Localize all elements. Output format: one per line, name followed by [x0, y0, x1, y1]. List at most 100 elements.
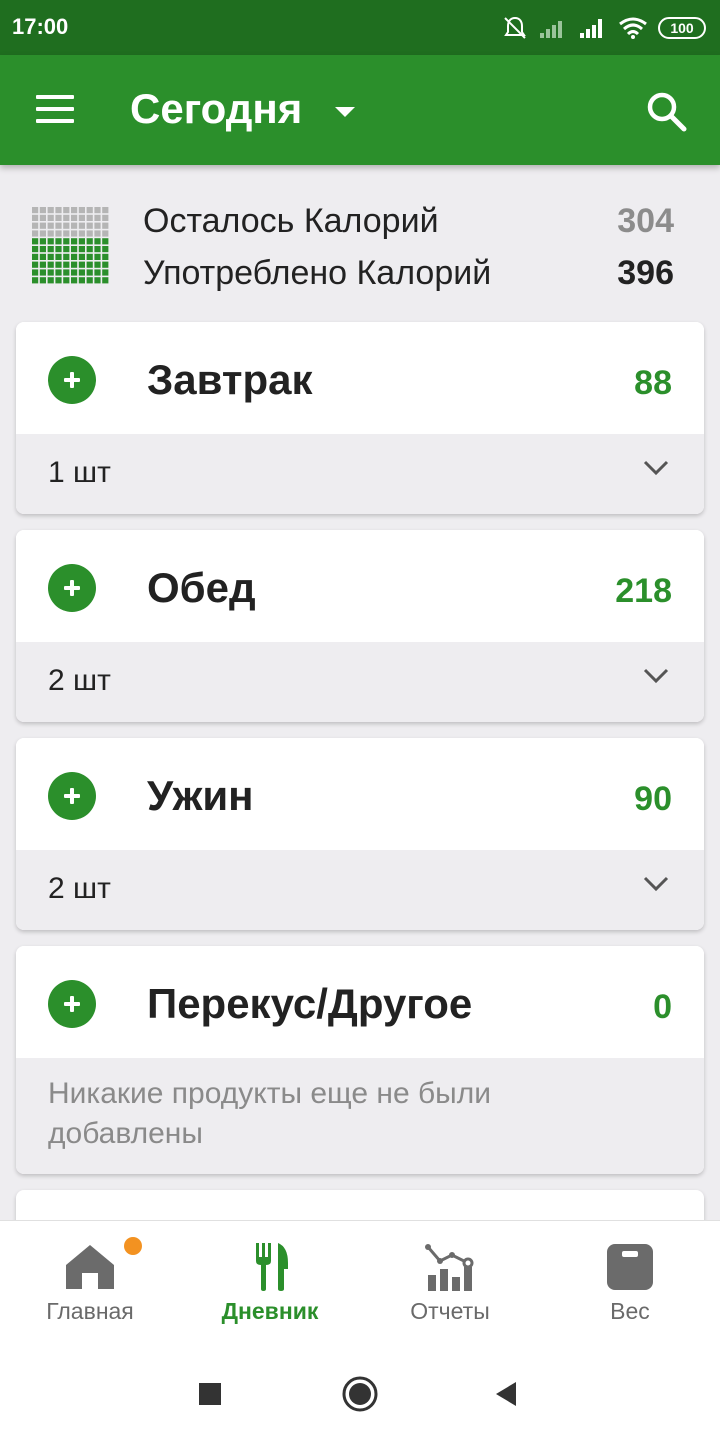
- calorie-grid-cell: [86, 261, 93, 268]
- weight-scale-icon: [607, 1244, 653, 1290]
- calorie-grid-cell: [86, 230, 93, 237]
- dropdown-caret-icon[interactable]: [335, 107, 355, 117]
- nav-home[interactable]: Главная: [0, 1221, 180, 1345]
- add-food-icon[interactable]: [48, 564, 96, 612]
- calorie-grid-cell: [71, 238, 78, 245]
- calorie-grid-cell: [39, 277, 46, 284]
- meal-header[interactable]: Перекус/Другое 0: [16, 946, 704, 1058]
- meal-items-toggle[interactable]: 2 шт: [16, 642, 704, 722]
- calorie-grid-cell: [55, 207, 62, 214]
- menu-icon[interactable]: [36, 95, 74, 125]
- nav-diary[interactable]: Дневник: [180, 1221, 360, 1345]
- nav-weight[interactable]: Вес: [540, 1221, 720, 1345]
- calorie-grid-cell: [78, 277, 85, 284]
- wifi-icon: [619, 17, 647, 39]
- calorie-grid-cell: [47, 230, 54, 237]
- add-food-icon[interactable]: [48, 356, 96, 404]
- calorie-grid-cell: [86, 238, 93, 245]
- calorie-summary[interactable]: Осталось Калорий 304 Употреблено Калорий…: [0, 180, 720, 310]
- nav-label: Дневник: [221, 1298, 319, 1324]
- recent-apps-icon[interactable]: [190, 1374, 230, 1414]
- calorie-grid-cell: [102, 214, 109, 221]
- calorie-grid-cell: [94, 261, 101, 268]
- calorie-grid-cell: [94, 207, 101, 214]
- meal-name: Обед: [147, 564, 256, 611]
- calorie-grid-cell: [102, 253, 109, 260]
- meal-header[interactable]: Ужин 90: [16, 738, 704, 850]
- add-food-icon[interactable]: [48, 772, 96, 820]
- calorie-grid-cell: [55, 269, 62, 276]
- calorie-grid-cell: [47, 207, 54, 214]
- calorie-grid-cell: [39, 222, 46, 229]
- calorie-grid-cell: [78, 230, 85, 237]
- calorie-grid-cell: [71, 277, 78, 284]
- remaining-calories-label: Осталось Калорий: [143, 202, 439, 240]
- calorie-grid-cell: [32, 261, 39, 268]
- home-button-icon[interactable]: [340, 1374, 380, 1414]
- calorie-grid-cell: [71, 246, 78, 253]
- item-count: 1 шт: [48, 456, 111, 489]
- date-selector-title[interactable]: Сегодня: [130, 85, 302, 133]
- chevron-down-icon[interactable]: [642, 458, 670, 478]
- calorie-grid-cell: [63, 277, 70, 284]
- app-bar: Сегодня: [0, 55, 720, 165]
- calorie-grid-cell: [63, 222, 70, 229]
- chevron-down-icon[interactable]: [642, 874, 670, 894]
- nav-label: Вес: [610, 1298, 650, 1324]
- nav-reports[interactable]: Отчеты: [360, 1221, 540, 1345]
- calorie-grid-cell: [63, 269, 70, 276]
- search-icon[interactable]: [644, 89, 690, 135]
- calorie-grid-cell: [86, 222, 93, 229]
- calorie-grid-cell: [47, 214, 54, 221]
- calorie-grid-cell: [102, 269, 109, 276]
- notification-badge: [124, 1237, 142, 1255]
- meal-header[interactable]: Обед 218: [16, 530, 704, 642]
- consumed-calories-label: Употреблено Калорий: [143, 254, 492, 292]
- status-time: 17:00: [12, 14, 69, 39]
- calorie-grid-cell: [32, 269, 39, 276]
- home-icon: [66, 1245, 114, 1289]
- calorie-grid-cell: [102, 222, 109, 229]
- calorie-grid-cell: [32, 230, 39, 237]
- calorie-grid-cell: [71, 261, 78, 268]
- meal-items-toggle[interactable]: 1 шт: [16, 434, 704, 514]
- calorie-grid-icon: [32, 207, 109, 284]
- meal-items-toggle[interactable]: 2 шт: [16, 850, 704, 930]
- consumed-calories-value: 396: [617, 254, 674, 292]
- calorie-grid-cell: [32, 277, 39, 284]
- calorie-grid-cell: [32, 214, 39, 221]
- calorie-grid-cell: [94, 214, 101, 221]
- nav-label: Отчеты: [410, 1298, 490, 1324]
- calorie-grid-cell: [55, 261, 62, 268]
- status-bar: 17:00 100: [0, 0, 720, 55]
- add-food-icon[interactable]: [48, 980, 96, 1028]
- calorie-grid-cell: [94, 230, 101, 237]
- meal-name: Ужин: [147, 772, 254, 819]
- calorie-grid-cell: [102, 261, 109, 268]
- nav-label: Главная: [46, 1298, 134, 1324]
- calorie-grid-cell: [94, 277, 101, 284]
- item-count: 2 шт: [48, 872, 111, 905]
- calorie-grid-cell: [78, 269, 85, 276]
- back-icon[interactable]: [488, 1374, 528, 1414]
- meal-card-breakfast: Завтрак 88 1 шт: [16, 322, 704, 514]
- meal-name: Перекус/Другое: [147, 980, 473, 1027]
- calorie-grid-cell: [102, 207, 109, 214]
- meal-calories: 0: [653, 988, 672, 1026]
- calorie-grid-cell: [86, 253, 93, 260]
- calorie-grid-cell: [71, 222, 78, 229]
- calorie-grid-cell: [94, 253, 101, 260]
- calorie-grid-cell: [39, 253, 46, 260]
- calorie-grid-cell: [94, 238, 101, 245]
- calorie-grid-cell: [55, 277, 62, 284]
- calorie-grid-cell: [55, 222, 62, 229]
- calorie-grid-cell: [78, 214, 85, 221]
- signal-icon: [580, 19, 602, 38]
- diary-icon: [256, 1243, 288, 1291]
- calorie-grid-cell: [47, 246, 54, 253]
- bottom-navigation: Главная Дневник Отчеты Вес: [0, 1220, 720, 1344]
- calorie-grid-cell: [32, 253, 39, 260]
- chevron-down-icon[interactable]: [642, 666, 670, 686]
- meal-header[interactable]: Завтрак 88: [16, 322, 704, 434]
- calorie-grid-cell: [32, 246, 39, 253]
